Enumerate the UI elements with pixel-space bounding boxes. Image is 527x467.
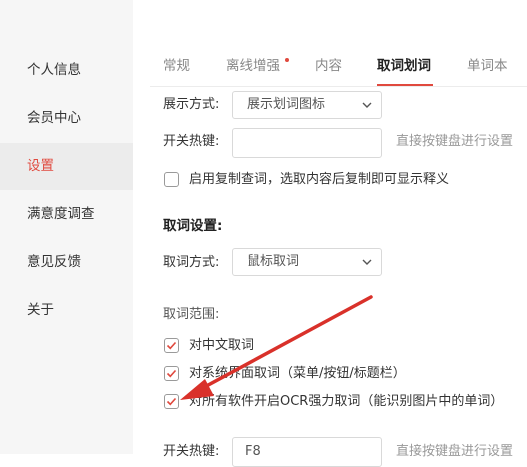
annotation-arrow [180,295,373,400]
